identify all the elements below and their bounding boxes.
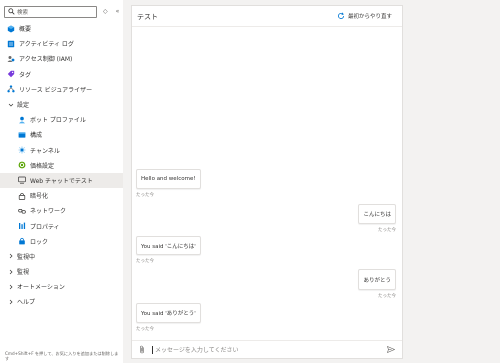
menu-item-pricing[interactable]: 価格設定	[0, 158, 123, 173]
bot-message: You said 'こんにちは' たった今	[136, 236, 201, 264]
text-caret	[152, 345, 153, 354]
menu-item-tags[interactable]: タグ	[0, 67, 123, 82]
menu-search-row: 検索 ◇ «	[4, 5, 123, 18]
menu-item-label: 暗号化	[30, 193, 49, 201]
menu-item-test-web-chat[interactable]: Web チャットでテスト	[0, 172, 123, 189]
menu-group-label: 設定	[17, 102, 30, 110]
user-message: ありがとう たった今	[358, 269, 396, 299]
message-timestamp: たった今	[378, 294, 396, 299]
favorites-hint: Cmd+Shift+F を押して、お気に入りを追加または削除します	[5, 351, 119, 361]
menu-item-label: 価格設定	[30, 162, 55, 170]
restart-label: 最初からやり直す	[347, 14, 392, 20]
lock-blue-icon	[18, 237, 26, 245]
channels-icon	[18, 146, 26, 154]
menu-item-label: アクセス制御 (IAM)	[19, 56, 73, 64]
menu-item-label: プロパティ	[30, 223, 60, 231]
tag-icon	[7, 70, 15, 78]
menu-group-label: 監視中	[17, 253, 36, 261]
menu-item-properties[interactable]: プロパティ	[0, 218, 123, 233]
menu-item-label: 概要	[19, 26, 32, 34]
message-bubble: You said 'ありがとう'	[136, 303, 201, 323]
chevron-right-icon	[7, 269, 15, 275]
chevron-right-icon	[7, 299, 15, 305]
message-timestamp: たった今	[136, 193, 154, 198]
menu-search-input[interactable]: 検索	[4, 5, 97, 18]
menu-group-settings[interactable]: 設定	[0, 97, 123, 112]
menu-item-label: Web チャットでテスト	[30, 177, 93, 185]
message-timestamp: たった今	[378, 228, 396, 233]
menu-item-bot-profile[interactable]: ボット プロファイル	[0, 112, 123, 127]
menu-item-label: アクティビティ ログ	[19, 41, 74, 49]
configuration-icon	[18, 131, 26, 139]
menu-item-overview[interactable]: 概要	[0, 21, 123, 36]
menu-item-network[interactable]: ネットワーク	[0, 203, 123, 218]
message-bubble: こんにちは	[358, 204, 396, 224]
menu-group-label: オートメーション	[17, 284, 65, 292]
menu-group-monitoring[interactable]: 監視	[0, 264, 123, 279]
chevron-down-icon	[7, 102, 15, 108]
menu-group-help[interactable]: ヘルプ	[0, 294, 123, 309]
menu-item-access-control[interactable]: アクセス制御 (IAM)	[0, 51, 123, 66]
bot-profile-icon	[18, 116, 26, 124]
bot-message: Hello and welcome! たった今	[136, 169, 201, 198]
resource-menu-list: 概要 アクティビティ ログ アクセス制御 (IAM) タグ リソース ビジュアラ…	[0, 21, 123, 310]
network-icon	[18, 207, 26, 215]
message-timestamp: たった今	[136, 259, 154, 264]
message-bubble: You said 'こんにちは'	[136, 236, 201, 255]
collapse-menu-icon[interactable]: «	[116, 8, 120, 15]
chat-header: テスト 最初からやり直す	[132, 6, 402, 27]
search-icon	[7, 8, 15, 16]
lock-icon	[18, 192, 26, 200]
menu-group-label: 監視	[17, 269, 30, 277]
menu-item-label: チャンネル	[30, 147, 60, 155]
message-bubble: ありがとう	[358, 269, 396, 290]
menu-item-locks[interactable]: ロック	[0, 234, 123, 249]
user-message: こんにちは たった今	[358, 204, 396, 233]
message-timestamp: たった今	[136, 327, 154, 332]
menu-item-resource-visualizer[interactable]: リソース ビジュアライザー	[0, 82, 123, 97]
menu-item-encryption[interactable]: 暗号化	[0, 188, 123, 203]
search-placeholder: 検索	[17, 9, 29, 16]
activity-log-icon	[7, 40, 15, 48]
menu-item-label: ネットワーク	[30, 208, 67, 216]
menu-item-channels[interactable]: チャンネル	[0, 143, 123, 158]
message-input[interactable]: メッセージを入力してください	[155, 345, 239, 354]
menu-item-label: タグ	[19, 71, 32, 79]
expand-collapse-icon[interactable]: ◇	[103, 8, 108, 15]
menu-item-activity-log[interactable]: アクティビティ ログ	[0, 36, 123, 51]
iam-icon	[7, 55, 15, 63]
properties-icon	[18, 222, 26, 230]
resource-menu: 検索 ◇ « 概要 アクティビティ ログ アクセス制御 (IAM) タグ リソー…	[0, 0, 123, 363]
menu-item-label: ロック	[30, 238, 49, 246]
resource-visualizer-icon	[7, 85, 15, 93]
send-icon[interactable]	[387, 345, 395, 353]
web-chat-panel: テスト 最初からやり直す Hello and welcome! たった今 こんに…	[131, 5, 403, 359]
message-bubble: Hello and welcome!	[136, 169, 201, 189]
chevron-right-icon	[7, 253, 15, 259]
menu-group-automation[interactable]: オートメーション	[0, 279, 123, 294]
chat-title: テスト	[137, 13, 158, 21]
chevron-right-icon	[7, 284, 15, 290]
menu-item-label: リソース ビジュアライザー	[19, 86, 93, 94]
refresh-icon	[337, 12, 345, 20]
overview-icon	[7, 25, 15, 33]
paperclip-icon[interactable]	[138, 345, 146, 354]
menu-group-monitoring-in-progress[interactable]: 監視中	[0, 249, 123, 264]
web-chat-test-icon	[18, 176, 26, 185]
menu-group-label: ヘルプ	[17, 299, 36, 307]
restart-button[interactable]: 最初からやり直す	[337, 12, 392, 20]
menu-item-label: ボット プロファイル	[30, 117, 86, 125]
pricing-icon	[18, 161, 26, 169]
menu-item-label: 構成	[30, 132, 43, 140]
menu-item-configuration[interactable]: 構成	[0, 127, 123, 142]
message-input-bar: メッセージを入力してください	[132, 340, 402, 358]
bot-message: You said 'ありがとう' たった今	[136, 303, 201, 332]
